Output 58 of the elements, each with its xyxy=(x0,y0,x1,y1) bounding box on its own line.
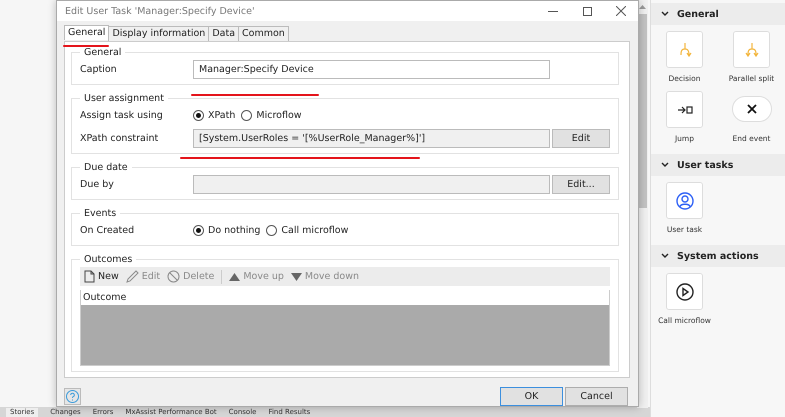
dialog-button[interactable]: OK xyxy=(500,387,563,406)
section-header[interactable]: General xyxy=(651,3,785,25)
radio-button[interactable] xyxy=(193,110,204,121)
minimize-icon[interactable] xyxy=(548,10,558,12)
group-title: Events xyxy=(83,208,118,219)
radio-button[interactable] xyxy=(193,225,204,236)
close-icon xyxy=(746,104,756,114)
section-header[interactable]: System actions xyxy=(651,245,785,267)
group-title: General xyxy=(83,47,122,58)
maximize-icon[interactable] xyxy=(582,6,592,16)
tab[interactable]: General xyxy=(64,25,110,40)
toolbox-tile[interactable] xyxy=(733,31,770,68)
section-header[interactable]: User tasks xyxy=(651,154,785,176)
parallel-split-icon xyxy=(744,42,758,56)
field-label: On Created xyxy=(80,225,136,236)
field-label: Assign task using xyxy=(80,110,164,121)
group-title: Due date xyxy=(83,162,129,173)
triangle-down-icon xyxy=(290,272,302,280)
edit-button[interactable]: Edit... xyxy=(552,175,610,194)
toolbox-tile[interactable] xyxy=(666,182,703,219)
jump-icon xyxy=(676,106,692,114)
group-title: Outcomes xyxy=(83,254,134,265)
annotation-underline xyxy=(63,45,109,47)
toolbox-tile[interactable] xyxy=(666,31,703,68)
window-title: Edit User Task 'Manager:Specify Device' xyxy=(65,6,256,16)
toolbox-tile[interactable] xyxy=(666,91,703,128)
triangle-up-icon xyxy=(229,272,240,280)
pencil-icon xyxy=(126,270,139,283)
field-label: XPath constraint xyxy=(80,133,160,144)
tab[interactable]: Common xyxy=(238,26,289,41)
toolbox-tile[interactable] xyxy=(732,96,772,122)
scroll-up-icon[interactable] xyxy=(639,5,646,9)
group-title: User assignment xyxy=(83,93,165,104)
input-field[interactable] xyxy=(193,175,550,194)
play-circle-icon xyxy=(676,282,694,300)
field-label: Caption xyxy=(80,64,118,75)
decision-icon xyxy=(680,42,692,56)
user-icon xyxy=(676,192,694,210)
section-title: User tasks xyxy=(677,160,734,170)
dialog-button[interactable]: Cancel xyxy=(565,387,628,406)
tab[interactable]: Display information xyxy=(108,26,210,41)
new-document-icon xyxy=(84,270,95,283)
section-title: System actions xyxy=(677,250,759,262)
radio-label[interactable]: Microflow xyxy=(256,110,302,121)
close-icon[interactable] xyxy=(616,6,626,16)
field-label: Due by xyxy=(80,179,115,190)
radio-label[interactable]: Call microflow xyxy=(281,225,348,236)
input-field[interactable]: [System.UserRoles = '[%UserRole_Manager%]'] xyxy=(193,129,550,148)
input-field[interactable]: Manager:Specify Device xyxy=(193,60,550,79)
edit-button[interactable]: Edit xyxy=(552,129,610,148)
toolbar-button[interactable]: New xyxy=(84,270,119,283)
radio-label[interactable]: XPath xyxy=(208,110,236,121)
section-title: General xyxy=(677,8,719,20)
toolbox-tile[interactable] xyxy=(666,273,703,310)
radio-button[interactable] xyxy=(241,110,252,121)
radio-label[interactable]: Do nothing xyxy=(208,225,260,236)
prohibited-icon xyxy=(167,270,180,283)
radio-button[interactable] xyxy=(266,225,278,236)
